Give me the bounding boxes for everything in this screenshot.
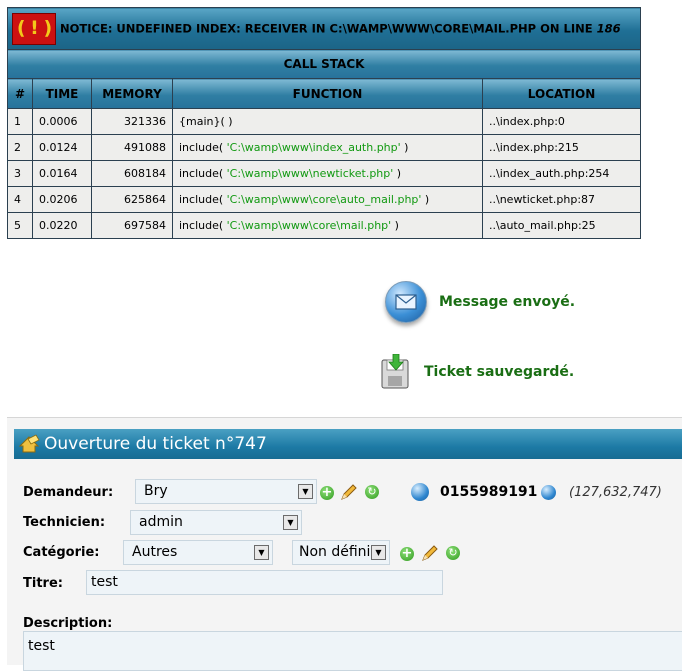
cell-memory: 321336 — [91, 108, 173, 135]
cell-location: ..\newticket.php:87 — [481, 186, 642, 213]
table-row: 4 0.0206 625864 include( 'C:\wamp\www\co… — [7, 186, 642, 213]
function-close: ) — [391, 219, 399, 232]
category-value: Autres — [132, 544, 178, 560]
globe-icon — [541, 485, 556, 500]
description-label: Description: — [23, 616, 113, 631]
function-close: ) — [421, 193, 430, 206]
title-field[interactable]: test — [86, 570, 443, 595]
message-saved-text: Ticket sauvegardé. — [424, 364, 575, 380]
subcategory-select[interactable]: Non défini ▼ — [292, 540, 390, 565]
category-label: Catégorie: — [23, 545, 100, 560]
function-name: include( — [179, 167, 227, 180]
cell-memory: 491088 — [91, 134, 173, 161]
error-icon: ( ! ) — [12, 12, 56, 45]
cell-number: 5 — [7, 212, 33, 239]
cell-location: ..\index_auth.php:254 — [481, 160, 642, 187]
refresh-icon[interactable]: ↻ — [446, 546, 460, 560]
cell-number: 4 — [7, 186, 33, 213]
chevron-down-icon[interactable]: ▼ — [254, 545, 269, 560]
mail-icon — [385, 281, 427, 323]
column-header-memory: MEMORY — [91, 78, 173, 109]
cell-function: include( 'C:\wamp\www\core\mail.php' ) — [172, 212, 483, 239]
technician-label: Technicien: — [23, 515, 106, 530]
requester-label: Demandeur: — [23, 485, 114, 500]
cell-location: ..\index.php:0 — [481, 108, 642, 135]
function-close: ) — [400, 141, 409, 154]
chevron-down-icon[interactable]: ▼ — [371, 545, 386, 560]
phone-icon — [411, 483, 429, 501]
table-row: 1 0.0006 321336 {main}( ) ..\index.php:0 — [7, 108, 642, 135]
column-header-time: TIME — [32, 78, 92, 109]
cell-number: 1 — [7, 108, 33, 135]
notice-header: ( ! ) NOTICE: UNDEFINED INDEX: RECEIVER I… — [6, 7, 642, 50]
function-name: include( — [179, 141, 227, 154]
cell-time: 0.0006 — [32, 108, 92, 135]
call-stack-label: CALL STACK — [6, 49, 642, 79]
ticket-header: Ouverture du ticket n°747 — [14, 429, 682, 459]
refresh-icon[interactable]: ↻ — [365, 485, 379, 499]
ticket-title: Ouverture du ticket n°747 — [44, 434, 267, 454]
function-arg: 'C:\wamp\www\newticket.php' — [226, 167, 394, 180]
technician-value: admin — [139, 514, 183, 530]
message-sent: Message envoyé. — [385, 281, 575, 323]
requester-phone: 0155989191 — [440, 484, 538, 500]
notice-line-number: 186 — [596, 21, 621, 35]
cell-memory: 697584 — [91, 212, 173, 239]
table-row: 3 0.0164 608184 include( 'C:\wamp\www\ne… — [7, 160, 642, 187]
title-label: Titre: — [23, 576, 63, 591]
cell-location: ..\auto_mail.php:25 — [481, 212, 642, 239]
table-row: 5 0.0220 697584 include( 'C:\wamp\www\co… — [7, 212, 642, 239]
cell-number: 3 — [7, 160, 33, 187]
function-name: include( — [179, 219, 227, 232]
description-value: test — [28, 638, 55, 654]
requester-value: Bry — [144, 483, 168, 499]
chevron-down-icon[interactable]: ▼ — [298, 484, 313, 499]
cell-time: 0.0206 — [32, 186, 92, 213]
column-header-number: # — [7, 78, 33, 109]
subcategory-value: Non défini — [299, 544, 371, 560]
notice-message: NOTICE: UNDEFINED INDEX: RECEIVER IN C:\… — [60, 21, 593, 35]
cell-memory: 625864 — [91, 186, 173, 213]
function-arg: 'C:\wamp\www\index_auth.php' — [226, 141, 401, 154]
cell-function: {main}( ) — [172, 108, 483, 135]
chevron-down-icon[interactable]: ▼ — [283, 515, 298, 530]
ticket-icon — [18, 434, 40, 454]
cell-function: include( 'C:\wamp\www\index_auth.php' ) — [172, 134, 483, 161]
cell-number: 2 — [7, 134, 33, 161]
column-header-function: FUNCTION — [172, 78, 483, 109]
requester-ip: (127,632,747) — [569, 485, 662, 500]
message-saved: Ticket sauvegardé. — [380, 353, 575, 390]
category-select[interactable]: Autres ▼ — [123, 540, 273, 565]
function-arg: 'C:\wamp\www\core\auto_mail.php' — [226, 193, 422, 206]
edit-icon[interactable] — [420, 543, 440, 567]
ticket-form: Ouverture du ticket n°747 Demandeur: Bry… — [7, 417, 682, 671]
description-field[interactable]: test — [23, 631, 682, 671]
cell-time: 0.0220 — [32, 212, 92, 239]
title-value: test — [91, 574, 118, 590]
column-header-location: LOCATION — [481, 78, 642, 109]
function-name: include( — [179, 193, 227, 206]
technician-select[interactable]: admin ▼ — [130, 510, 302, 535]
function-close: ) — [393, 167, 402, 180]
add-icon[interactable]: + — [400, 547, 414, 561]
requester-select[interactable]: Bry ▼ — [135, 479, 317, 504]
table-row: 2 0.0124 491088 include( 'C:\wamp\www\in… — [7, 134, 642, 161]
cell-location: ..\index.php:215 — [481, 134, 642, 161]
cell-function: include( 'C:\wamp\www\newticket.php' ) — [172, 160, 483, 187]
cell-function: include( 'C:\wamp\www\core\auto_mail.php… — [172, 186, 483, 213]
cell-time: 0.0164 — [32, 160, 92, 187]
function-arg: 'C:\wamp\www\core\mail.php' — [226, 219, 392, 232]
edit-icon[interactable] — [339, 482, 359, 506]
add-icon[interactable]: + — [320, 486, 334, 500]
save-icon — [380, 353, 412, 390]
cell-memory: 608184 — [91, 160, 173, 187]
message-sent-text: Message envoyé. — [439, 294, 576, 310]
cell-time: 0.0124 — [32, 134, 92, 161]
notice-table: ( ! ) NOTICE: UNDEFINED INDEX: RECEIVER I… — [6, 7, 642, 239]
function-name: {main}( ) — [179, 115, 233, 128]
